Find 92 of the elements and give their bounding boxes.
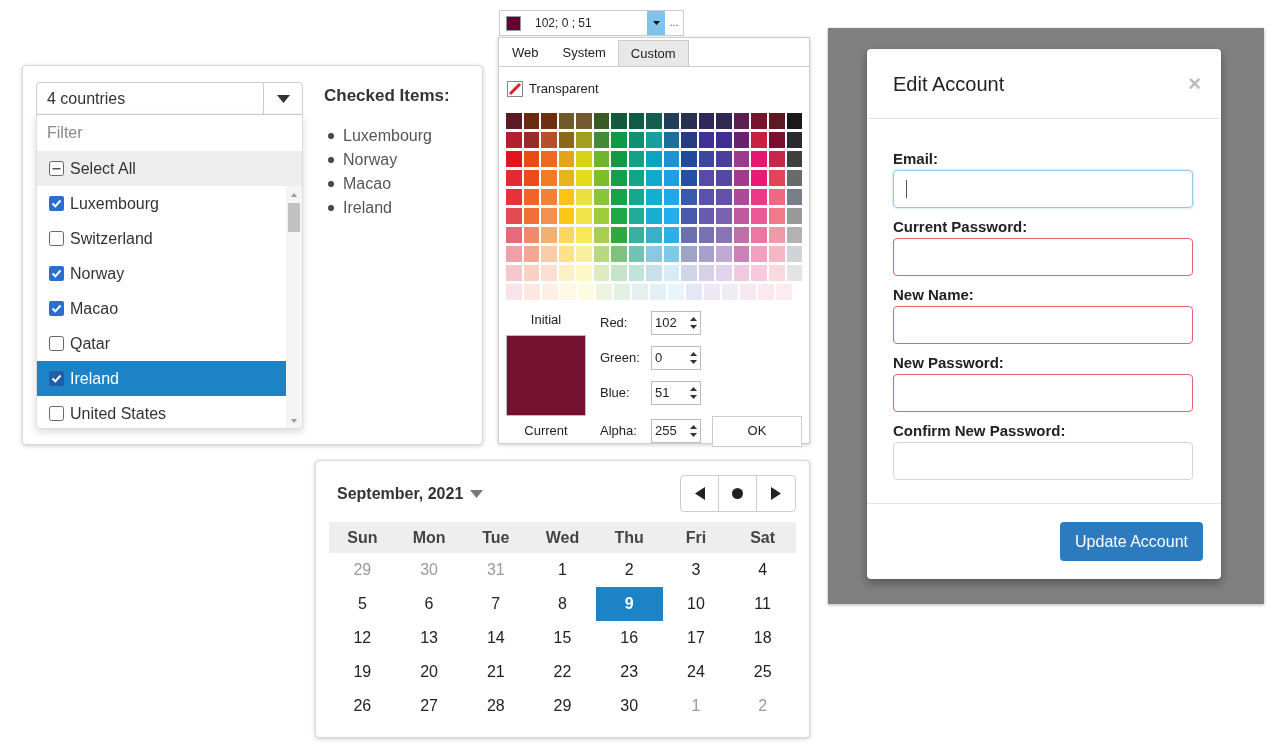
selection-summary: 4 countries [46, 89, 127, 109]
checked-item: Macao [343, 173, 392, 194]
day-cell[interactable]: 8 [529, 587, 596, 621]
number-spinner[interactable]: 0 [651, 345, 701, 370]
current-label: Current [524, 421, 568, 440]
day-cell[interactable]: 11 [729, 587, 796, 621]
item-label: Switzerland [70, 228, 153, 249]
item-label: Ireland [70, 368, 119, 389]
filter-field[interactable]: Filter [37, 115, 302, 151]
day-cell[interactable]: 13 [395, 621, 463, 655]
list-item[interactable]: Ireland [37, 361, 286, 396]
day-cell[interactable]: 18 [729, 621, 796, 655]
day-cell[interactable]: 9 [595, 587, 663, 621]
number-spinner[interactable]: 51 [651, 380, 701, 405]
day-cell[interactable]: 3 [662, 553, 730, 587]
day-cell[interactable]: 4 [729, 553, 796, 587]
item-label: Luxembourg [70, 193, 159, 214]
month-picker[interactable]: September, 2021 [337, 481, 484, 506]
item-label: Norway [70, 263, 125, 284]
field-label: New Password: [893, 353, 1005, 373]
day-cell[interactable]: 27 [395, 689, 463, 723]
day-cell[interactable]: 24 [662, 655, 730, 689]
checked-item: Luxembourg [343, 125, 432, 146]
field-label: Confirm New Password: [893, 421, 1067, 441]
day-cell[interactable]: 16 [595, 621, 663, 655]
color-value: 102; 0 ; 51 [535, 15, 593, 32]
day-cell[interactable]: 5 [329, 587, 396, 621]
number-spinner[interactable]: 255 [651, 419, 701, 443]
day-cell[interactable]: 17 [662, 621, 730, 655]
weekday-label: Sat [749, 527, 777, 548]
item-label: United States [70, 403, 167, 424]
dropdown-field[interactable]: 4 countries [36, 82, 303, 115]
day-cell[interactable]: 21 [462, 655, 530, 689]
select-all-row[interactable]: Select All [37, 151, 302, 186]
day-cell[interactable]: 6 [395, 587, 463, 621]
tab[interactable]: Custom [617, 40, 689, 66]
item-label: Macao [70, 298, 119, 319]
day-cell[interactable]: 28 [462, 689, 530, 723]
tab[interactable]: Web [500, 40, 551, 66]
list-item[interactable]: Qatar [37, 326, 286, 361]
day-cell[interactable]: 25 [729, 655, 796, 689]
day-cell[interactable]: 20 [395, 655, 463, 689]
day-cell[interactable]: 23 [595, 655, 663, 689]
day-cell[interactable]: 26 [329, 689, 396, 723]
field-label: Email: [893, 149, 939, 169]
list-item[interactable]: Macao [37, 291, 286, 326]
day-cell[interactable]: 19 [329, 655, 396, 689]
weekday-label: Sun [346, 527, 379, 548]
list-item[interactable]: United States [37, 396, 286, 428]
list-item[interactable]: Norway [37, 256, 286, 291]
day-cell[interactable]: 30 [595, 689, 663, 723]
ok-button[interactable]: OK [712, 415, 802, 447]
spinner-value: 102 [655, 313, 678, 332]
day-cell[interactable]: 7 [462, 587, 530, 621]
channel-label: Blue: [600, 383, 631, 402]
day-cell[interactable]: 14 [462, 621, 530, 655]
day-cell[interactable]: 22 [529, 655, 596, 689]
day-cell[interactable]: 10 [662, 587, 730, 621]
transparent-label: Transparent [529, 80, 599, 98]
channel-label: Red: [600, 313, 629, 332]
list-item[interactable]: Switzerland [37, 221, 286, 256]
month-title: September, 2021 [337, 483, 464, 504]
color-combo[interactable]: 102; 0 ; 51 ... [499, 10, 684, 36]
checked-item: Norway [343, 149, 398, 170]
spinner-value: 51 [655, 383, 671, 402]
channel-label: Alpha: [600, 422, 638, 441]
checked-item: Ireland [343, 197, 392, 218]
weekday-label: Fri [684, 527, 708, 548]
more-button[interactable]: ... [665, 18, 683, 28]
number-spinner[interactable]: 102 [651, 310, 701, 335]
weekday-label: Thu [613, 527, 645, 548]
item-label: Qatar [70, 333, 110, 354]
day-cell[interactable]: 15 [529, 621, 596, 655]
field-label: Current Password: [893, 217, 1029, 237]
day-cell[interactable]: 2 [595, 553, 663, 587]
checked-items-title: Checked Items: [324, 85, 450, 107]
weekday-label: Mon [411, 527, 447, 548]
tab[interactable]: System [550, 40, 618, 66]
weekday-label: Tue [481, 527, 511, 548]
select-all-label: Select All [70, 158, 136, 179]
weekday-label: Wed [544, 527, 581, 548]
spinner-value: 255 [655, 422, 678, 441]
field-label: New Name: [893, 285, 975, 305]
list-item[interactable]: Luxembourg [37, 186, 286, 221]
day-cell[interactable]: 1 [529, 553, 596, 587]
initial-label: Initial [530, 310, 562, 329]
dialog-title: Edit Account [893, 71, 1005, 97]
channel-label: Green: [600, 348, 641, 367]
update-account-button[interactable]: Update Account [1060, 522, 1203, 561]
day-cell[interactable]: 29 [529, 689, 596, 723]
day-cell[interactable]: 12 [329, 621, 396, 655]
spinner-value: 0 [655, 348, 664, 367]
